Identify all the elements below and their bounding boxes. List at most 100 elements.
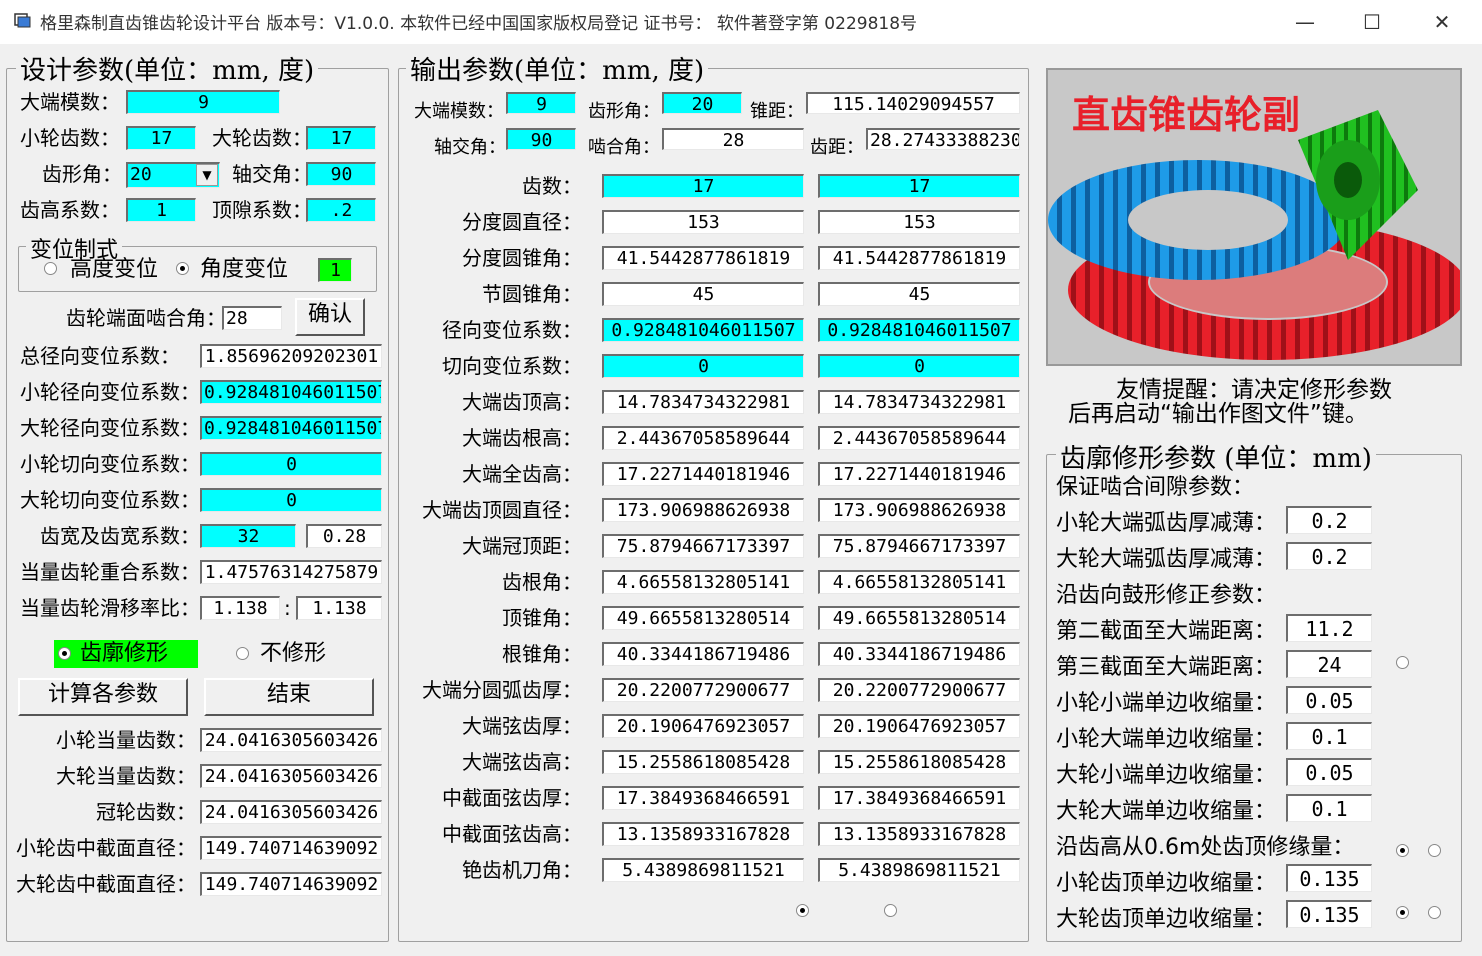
gear-tip-radio-off[interactable] bbox=[1428, 906, 1441, 919]
output-row-gear-value: 17 bbox=[818, 174, 1020, 198]
no-modify-label[interactable]: 不修形 bbox=[260, 642, 326, 666]
contact-ratio-label: 当量齿轮重合系数： bbox=[20, 560, 200, 584]
output-row-gear-value: 41.5442877861819 bbox=[818, 246, 1020, 270]
output-row-label: 大端齿顶高： bbox=[462, 390, 582, 414]
close-button[interactable]: ✕ bbox=[1407, 0, 1477, 44]
app-icon bbox=[14, 13, 31, 28]
pinion-large-end-shrink-input[interactable]: 0.1 bbox=[1286, 722, 1372, 750]
pitch-field: 28.27433388230 bbox=[866, 128, 1020, 150]
minimize-button[interactable]: — bbox=[1270, 0, 1340, 44]
output-row-label: 根锥角： bbox=[502, 642, 582, 666]
output-row-pinion-value: 75.8794667173397 bbox=[602, 534, 804, 558]
pinion-tip-shrink-input[interactable]: 0.135 bbox=[1286, 864, 1372, 892]
clearance-coef-input[interactable]: .2 bbox=[306, 198, 376, 222]
clearance-coef-label: 顶隙系数： bbox=[212, 198, 312, 222]
pressure-angle-label: 齿形角： bbox=[42, 162, 122, 186]
output-row-pinion-value: 41.5442877861819 bbox=[602, 246, 804, 270]
output-row-pinion-value: 20.2200772900677 bbox=[602, 678, 804, 702]
equivalent-row-label: 小轮当量齿数： bbox=[56, 728, 196, 752]
output-row-gear-value: 15.2558618085428 bbox=[818, 750, 1020, 774]
output-row-gear-value: 17.2271440181946 bbox=[818, 462, 1020, 486]
shaft-angle-input[interactable]: 90 bbox=[306, 162, 376, 186]
gear-small-end-shrink-input[interactable]: 0.05 bbox=[1286, 758, 1372, 786]
cone-distance-field: 115.14029094557 bbox=[806, 92, 1020, 114]
addendum-coef-input[interactable]: 1 bbox=[126, 198, 196, 222]
design-row-value: 0.928481046011507 bbox=[200, 380, 382, 404]
gear-large-end-shrink-input[interactable]: 0.1 bbox=[1286, 794, 1372, 822]
equivalent-row-value: 149.740714639092 bbox=[200, 836, 382, 860]
output-row-gear-value: 5.4389869811521 bbox=[818, 858, 1020, 882]
output-radio-pinion[interactable] bbox=[796, 904, 809, 917]
output-params-legend: 输出参数(单位：mm, 度) bbox=[406, 50, 709, 87]
gear-tip-shrink-input[interactable]: 0.135 bbox=[1286, 900, 1372, 928]
gear-teeth-input[interactable]: 17 bbox=[306, 126, 376, 150]
face-width-coef-field[interactable]: 0.28 bbox=[306, 524, 382, 548]
output-row-pinion-value: 40.3344186719486 bbox=[602, 642, 804, 666]
profile-modify-radio[interactable] bbox=[58, 647, 71, 660]
gear-small-end-shrink-label: 大轮小端单边收缩量： bbox=[1056, 763, 1277, 788]
output-row-label: 大端齿根高： bbox=[462, 426, 582, 450]
output-row-gear-value: 17.3849368466591 bbox=[818, 786, 1020, 810]
exit-button[interactable]: 结束 bbox=[204, 678, 374, 716]
gear-thinning-input[interactable]: 0.2 bbox=[1286, 542, 1372, 570]
confirm-button[interactable]: 确认 bbox=[295, 298, 365, 336]
pinion-teeth-input[interactable]: 17 bbox=[126, 126, 196, 150]
face-width-input[interactable]: 32 bbox=[200, 524, 296, 548]
output-radio-gear[interactable] bbox=[884, 904, 897, 917]
gear-teeth-label: 大轮齿数： bbox=[212, 126, 312, 150]
output-row-label: 中截面弦齿高： bbox=[442, 822, 582, 846]
output-row-label: 铯齿机刀角： bbox=[462, 858, 582, 882]
pinion-thinning-label: 小轮大端弧齿厚减薄： bbox=[1056, 511, 1277, 536]
output-row-gear-value: 45 bbox=[818, 282, 1020, 306]
output-row-label: 大端全齿高： bbox=[462, 462, 582, 486]
face-mesh-angle-input[interactable]: 28 bbox=[222, 306, 282, 330]
output-row-label: 径向变位系数： bbox=[442, 318, 582, 342]
output-row-gear-value: 0.928481046011507 bbox=[818, 318, 1020, 342]
height-shift-label[interactable]: 高度变位 bbox=[70, 258, 158, 282]
profile-modify-label: 齿廓修形 bbox=[80, 641, 169, 666]
output-row-gear-value: 20.1906476923057 bbox=[818, 714, 1020, 738]
output-row-pinion-value: 45 bbox=[602, 282, 804, 306]
section3-distance-label: 第三截面至大端距离： bbox=[1056, 655, 1277, 680]
module-label: 大端模数： bbox=[20, 90, 120, 114]
pinion-small-end-shrink-input[interactable]: 0.05 bbox=[1286, 686, 1372, 714]
gear-tip-shrink-label: 大轮齿顶单边收缩量： bbox=[1056, 907, 1277, 932]
contact-ratio-field: 1.47576314275879 bbox=[200, 560, 382, 584]
equivalent-row-value: 24.0416305603426 bbox=[200, 728, 382, 752]
window-title: 格里森制直齿锥齿轮设计平台 版本号：V1.0.0. 本软件已经中国国家版权局登记… bbox=[40, 14, 918, 34]
calculate-button[interactable]: 计算各参数 bbox=[18, 678, 188, 716]
mesh-angle-label: 啮合角： bbox=[588, 137, 660, 158]
no-modify-radio[interactable] bbox=[236, 647, 249, 660]
equivalent-row-label: 小轮齿中截面直径： bbox=[16, 836, 196, 860]
output-row-gear-value: 14.7834734322981 bbox=[818, 390, 1020, 414]
angle-shift-radio[interactable] bbox=[176, 262, 189, 275]
crowning-radio[interactable] bbox=[1396, 656, 1409, 669]
tip-relief-radio-on[interactable] bbox=[1396, 844, 1409, 857]
slip-ratio-gear-field: 1.138 bbox=[296, 596, 382, 620]
pinion-teeth-label: 小轮齿数： bbox=[20, 126, 120, 150]
height-shift-radio[interactable] bbox=[44, 262, 57, 275]
face-mesh-angle-label: 齿轮端面啮合角： bbox=[66, 306, 226, 330]
equivalent-row-label: 大轮齿中截面直径： bbox=[16, 872, 196, 896]
slip-ratio-label: 当量齿轮滑移率比： bbox=[20, 596, 200, 620]
gear-tip-radio-on[interactable] bbox=[1396, 906, 1409, 919]
output-row-gear-value: 20.2200772900677 bbox=[818, 678, 1020, 702]
output-row-pinion-value: 0 bbox=[602, 354, 804, 378]
angle-shift-label[interactable]: 角度变位 bbox=[200, 258, 288, 282]
module-input[interactable]: 9 bbox=[126, 90, 280, 114]
output-row-label: 大端冠顶距： bbox=[462, 534, 582, 558]
out-pressure-angle-field: 20 bbox=[662, 92, 742, 114]
section3-distance-input[interactable]: 24 bbox=[1286, 650, 1372, 678]
output-row-gear-value: 173.906988626938 bbox=[818, 498, 1020, 522]
chevron-down-icon[interactable]: ▼ bbox=[196, 164, 218, 186]
crowning-heading: 沿齿向鼓形修正参数： bbox=[1056, 583, 1277, 608]
out-shaft-angle-field: 90 bbox=[506, 128, 576, 150]
maximize-button[interactable]: ☐ bbox=[1337, 0, 1407, 44]
profile-modify-option[interactable]: 齿廓修形 bbox=[54, 640, 198, 668]
tip-relief-radio-off[interactable] bbox=[1428, 844, 1441, 857]
output-row-label: 中截面弦齿厚： bbox=[442, 786, 582, 810]
pinion-thinning-input[interactable]: 0.2 bbox=[1286, 506, 1372, 534]
output-row-pinion-value: 13.1358933167828 bbox=[602, 822, 804, 846]
section2-distance-input[interactable]: 11.2 bbox=[1286, 614, 1372, 642]
out-module-field: 9 bbox=[506, 92, 576, 114]
